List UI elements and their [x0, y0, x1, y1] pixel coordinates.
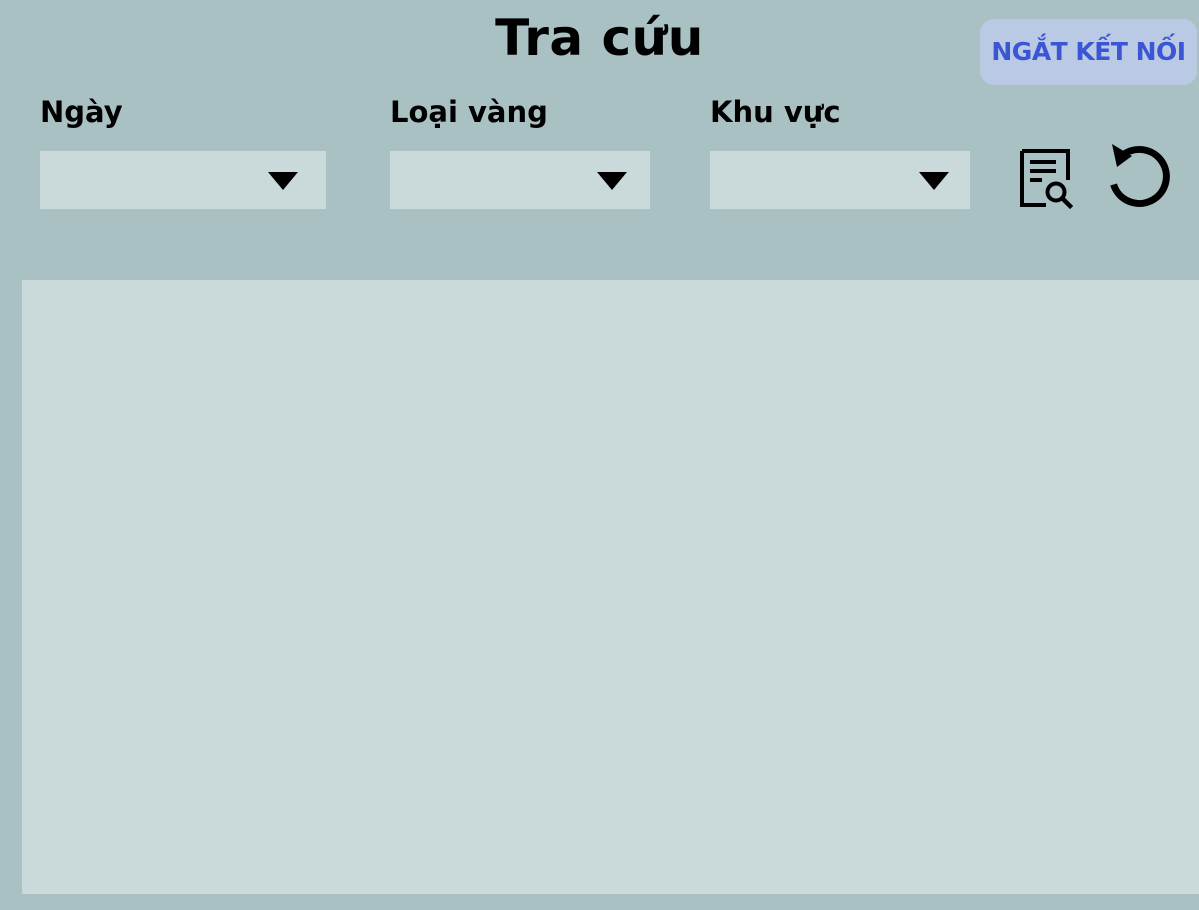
document-search-icon: [1020, 149, 1074, 210]
chevron-down-icon: [919, 172, 949, 190]
chevron-down-icon: [597, 172, 627, 190]
search-button[interactable]: [1016, 148, 1074, 210]
region-label: Khu vực: [710, 95, 841, 129]
date-label: Ngày: [40, 95, 123, 129]
disconnect-button[interactable]: NGẮT KẾT NỐI: [980, 19, 1197, 85]
region-select[interactable]: [710, 151, 970, 209]
results-panel: [22, 280, 1199, 894]
gold-type-select[interactable]: [390, 151, 650, 209]
chevron-down-icon: [268, 172, 298, 190]
gold-type-label: Loại vàng: [390, 95, 548, 129]
reset-button[interactable]: [1108, 140, 1170, 212]
refresh-icon: [1110, 144, 1170, 207]
date-select[interactable]: [40, 151, 326, 209]
